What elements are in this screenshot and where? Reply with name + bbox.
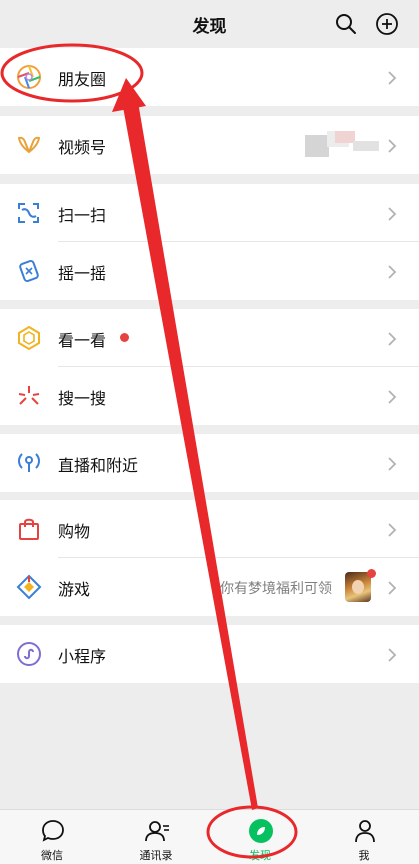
- chevron-right-icon: [388, 457, 397, 471]
- channels-icon: [18, 136, 40, 153]
- notification-dot: [367, 569, 376, 578]
- search-icon[interactable]: [334, 12, 358, 36]
- tab-label: 通讯录: [139, 849, 173, 862]
- person-icon: [355, 820, 375, 843]
- menu-item-shopping[interactable]: 购物: [0, 500, 419, 558]
- menu-item-label: 购物: [58, 522, 91, 541]
- menu-item-games[interactable]: 游戏 你有梦境福利可领: [0, 558, 419, 616]
- tab-contacts[interactable]: 通讯录: [104, 810, 208, 864]
- notification-dot: [120, 333, 129, 342]
- contacts-icon: [145, 821, 169, 842]
- chevron-right-icon: [388, 581, 397, 595]
- chevron-right-icon: [388, 390, 397, 404]
- blurred-preview-thumbnail: [305, 131, 379, 159]
- menu-item-top-stories[interactable]: 看一看: [0, 309, 419, 367]
- chevron-right-icon: [388, 523, 397, 537]
- top-nav-bar: 发现: [0, 0, 419, 48]
- live-nearby-icon: [18, 453, 40, 472]
- menu-item-channels[interactable]: 视频号: [0, 116, 419, 174]
- menu-item-mini-programs[interactable]: 小程序: [0, 625, 419, 683]
- menu-item-label: 游戏: [58, 580, 91, 599]
- menu-item-label: 搜一搜: [58, 389, 107, 408]
- chat-bubble-icon: [42, 820, 64, 842]
- menu-item-label: 朋友圈: [58, 70, 107, 89]
- chevron-right-icon: [388, 207, 397, 221]
- tab-label: 我: [358, 849, 370, 862]
- shopping-bag-icon: [19, 518, 39, 540]
- games-icon: [16, 574, 42, 600]
- mini-program-icon: [17, 642, 41, 666]
- tab-discover[interactable]: 发现: [208, 810, 312, 864]
- chevron-right-icon: [388, 648, 397, 662]
- bottom-tab-bar: 微信 通讯录 发现 我: [0, 809, 419, 864]
- tab-chats[interactable]: 微信: [0, 810, 104, 864]
- menu-item-scan[interactable]: 扫一扫: [0, 184, 419, 242]
- menu-item-label: 视频号: [58, 138, 107, 157]
- top-stories-icon: [18, 325, 40, 351]
- compass-icon: [249, 819, 273, 843]
- shake-icon: [19, 259, 39, 283]
- menu-item-label: 小程序: [58, 647, 107, 666]
- menu-item-moments[interactable]: 朋友圈: [0, 48, 419, 106]
- tab-label: 微信: [41, 849, 63, 862]
- chevron-right-icon: [388, 139, 397, 153]
- scan-icon: [18, 203, 39, 223]
- search-sparkle-icon: [18, 386, 40, 405]
- chevron-right-icon: [388, 332, 397, 346]
- moments-icon: [17, 65, 41, 89]
- games-promo-subtitle: 你有梦境福利可领: [220, 581, 332, 597]
- menu-item-shake[interactable]: 摇一摇: [0, 242, 419, 300]
- tab-me[interactable]: 我: [312, 810, 416, 864]
- tab-label: 发现: [249, 849, 271, 862]
- plus-circle-icon[interactable]: [375, 12, 399, 36]
- chevron-right-icon: [388, 71, 397, 85]
- menu-item-label: 看一看: [58, 331, 107, 350]
- menu-item-label: 直播和附近: [58, 456, 139, 475]
- menu-item-label: 扫一扫: [58, 206, 107, 225]
- menu-item-label: 摇一摇: [58, 264, 107, 283]
- chevron-right-icon: [388, 265, 397, 279]
- menu-item-live-nearby[interactable]: 直播和附近: [0, 434, 419, 492]
- menu-item-search[interactable]: 搜一搜: [0, 367, 419, 425]
- game-avatar-thumbnail: [345, 572, 371, 602]
